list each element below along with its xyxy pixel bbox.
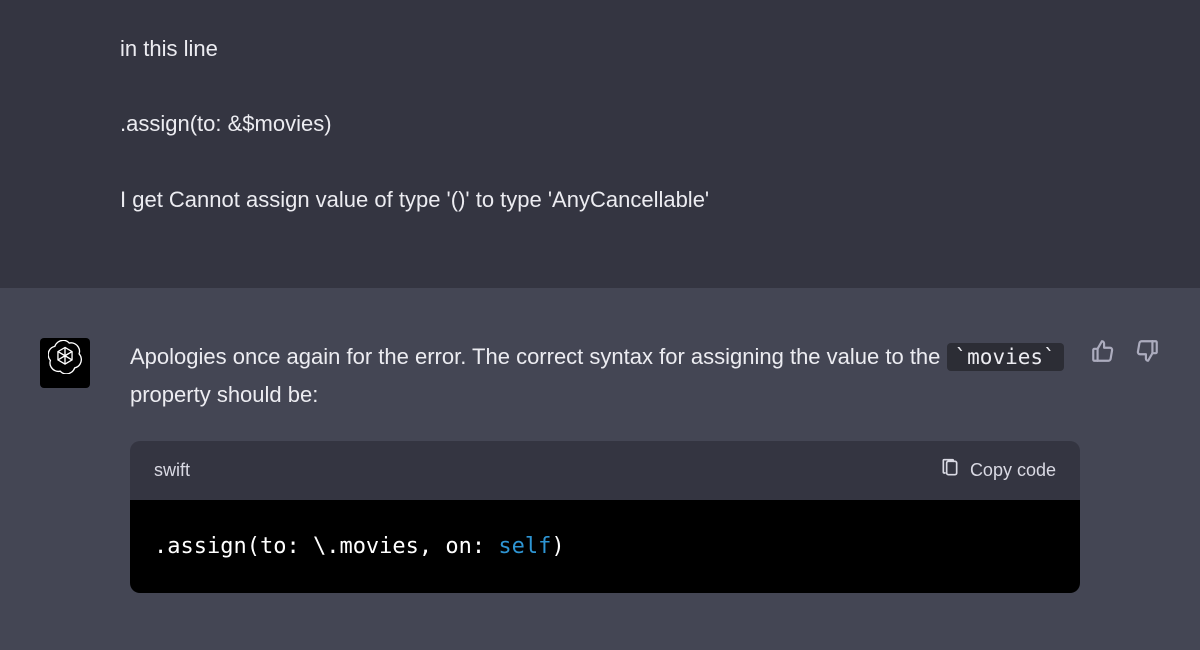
user-text-line: .assign(to: &$movies) [120, 105, 1080, 142]
user-text-line: I get Cannot assign value of type '()' t… [120, 181, 1080, 218]
assistant-content: Apologies once again for the error. The … [130, 338, 1080, 593]
code-body: .assign(to: \.movies, on: self) [130, 500, 1080, 593]
copy-code-button[interactable]: Copy code [940, 458, 1056, 483]
assistant-avatar [40, 338, 90, 388]
thumbs-up-icon [1090, 352, 1116, 367]
code-language-label: swift [154, 455, 190, 486]
code-block-header: swift Copy code [130, 441, 1080, 500]
clipboard-icon [940, 458, 960, 483]
code-block: swift Copy code .assign(to: \.movies, on… [130, 441, 1080, 593]
code-token: .assign(to: [154, 534, 313, 559]
thumbs-up-button[interactable] [1090, 338, 1116, 367]
openai-logo-icon [48, 340, 82, 385]
code-token-self: self [498, 534, 551, 559]
inline-code: `movies` [947, 343, 1064, 371]
assistant-text-post: property should be: [130, 382, 318, 407]
code-token: , on: [419, 534, 498, 559]
code-token: \.movies [313, 534, 419, 559]
user-text-line: in this line [120, 30, 1080, 67]
thumbs-down-icon [1134, 352, 1160, 367]
user-message: in this line .assign(to: &$movies) I get… [0, 0, 1200, 288]
assistant-text: Apologies once again for the error. The … [130, 338, 1080, 413]
copy-code-label: Copy code [970, 460, 1056, 481]
feedback-controls [1090, 338, 1160, 367]
thumbs-down-button[interactable] [1134, 338, 1160, 367]
assistant-message: Apologies once again for the error. The … [0, 288, 1200, 623]
code-token: ) [551, 534, 564, 559]
assistant-text-pre: Apologies once again for the error. The … [130, 344, 947, 369]
